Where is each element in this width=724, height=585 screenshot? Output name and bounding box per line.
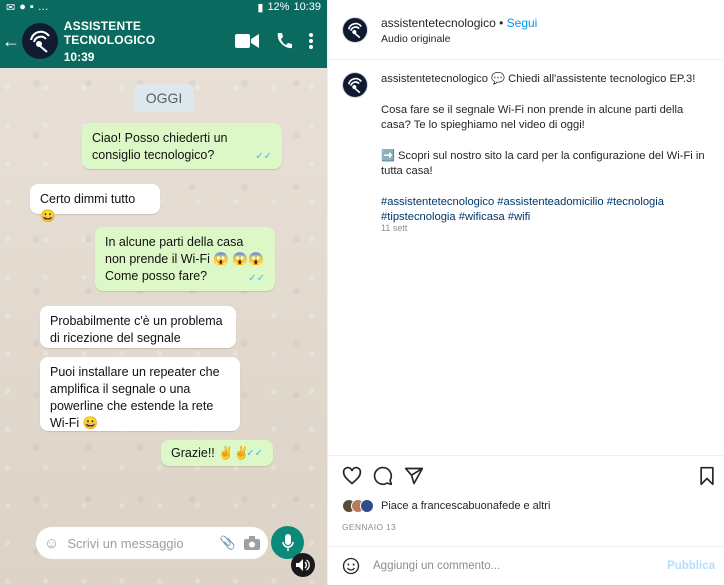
likes-text: Piace a francescabuonafede e altri <box>381 500 551 512</box>
message-text: Grazie!! ✌️✌️ <box>171 446 250 460</box>
chat-header: ← ASSISTENTE TECNOLOGICO 10:39 <box>0 14 327 68</box>
post-actions <box>328 455 724 495</box>
save-bookmark-icon[interactable] <box>697 466 717 486</box>
battery-percent: 12% <box>267 1 290 13</box>
post-side-panel: assistentetecnologico • Segui Audio orig… <box>327 0 724 585</box>
phone-call-icon[interactable] <box>275 32 293 50</box>
notification-icon: ▪ <box>29 1 34 13</box>
liker-avatar <box>360 499 374 513</box>
notification-icon: ● <box>19 1 26 13</box>
caption-avatar[interactable] <box>342 72 368 98</box>
signal-icon: ▮ <box>257 1 264 14</box>
composer-placeholder: Scrivi un messaggio <box>67 535 184 551</box>
more-options-icon[interactable] <box>309 33 313 49</box>
audio-link[interactable]: Audio originale <box>381 33 450 45</box>
day-chip: OGGI <box>134 84 194 112</box>
like-heart-icon[interactable] <box>342 466 362 486</box>
message-text: Ciao! Posso chiederti un consiglio tecno… <box>92 131 228 162</box>
speaker-icon <box>296 559 310 571</box>
profile-avatar[interactable] <box>342 17 368 43</box>
message-bubble: Ciao! Posso chiederti un consiglio tecno… <box>82 123 282 169</box>
share-send-icon[interactable] <box>404 466 424 486</box>
video-call-icon[interactable] <box>235 33 259 49</box>
caption-paragraph: Cosa fare se il segnale Wi-Fi non prende… <box>381 103 684 132</box>
instagram-post-view: ✉ ● ▪ … ▮ 12% 10:39 ← ASSISTENTE TECNOLO… <box>0 0 724 585</box>
chat-subtitle: 10:39 <box>63 49 95 64</box>
phone-status-bar: ✉ ● ▪ … ▮ 12% 10:39 <box>0 0 327 14</box>
message-bubble: Puoi installare un repeater che amplific… <box>40 357 240 431</box>
wifi-logo-icon <box>29 30 50 53</box>
message-bubble: Certo dimmi tutto 😀 <box>30 184 160 223</box>
caption-username[interactable]: assistentetecnologico <box>381 73 488 85</box>
message-bubble: In alcune parti della casa non prende il… <box>95 227 275 291</box>
wifi-logo-icon <box>347 77 362 94</box>
attach-icon[interactable]: 📎 <box>220 535 236 551</box>
read-ticks-icon: ✓✓ <box>248 273 265 284</box>
separator-dot: • <box>499 16 507 30</box>
caption-headline: 💬 Chiedi all'assistente tecnologico EP.3… <box>491 73 696 85</box>
post-date: GENNAIO 13 <box>342 522 397 532</box>
post-video[interactable]: ✉ ● ▪ … ▮ 12% 10:39 ← ASSISTENTE TECNOLO… <box>0 0 327 585</box>
likes-row[interactable]: Piace a francescabuonafede e altri <box>342 499 550 513</box>
back-arrow-icon[interactable]: ← <box>2 31 20 52</box>
audio-toggle-button[interactable] <box>291 553 315 577</box>
follow-button[interactable]: Segui <box>507 16 538 30</box>
chat-title: ASSISTENTE TECNOLOGICO <box>63 18 156 47</box>
comment-input[interactable]: Aggiungi un commento... <box>373 560 500 572</box>
message-text: Puoi installare un repeater che amplific… <box>50 365 220 430</box>
more-notifications-icon: … <box>37 1 49 13</box>
emoji-icon[interactable]: ☺ <box>44 535 59 552</box>
message-composer[interactable]: ☺ Scrivi un messaggio 📎 <box>36 527 268 559</box>
caption-date: 11 sett <box>381 223 408 233</box>
read-ticks-icon: ✓✓ <box>246 448 263 459</box>
publish-button[interactable]: Pubblica <box>667 560 715 572</box>
chat-avatar <box>22 23 58 59</box>
camera-icon[interactable] <box>244 536 260 550</box>
post-header: assistentetecnologico • Segui Audio orig… <box>328 0 724 60</box>
status-clock: 10:39 <box>293 1 321 13</box>
liker-avatars <box>342 499 374 513</box>
emoji-icon[interactable] <box>342 557 360 575</box>
header-username[interactable]: assistentetecnologico <box>381 16 496 30</box>
notification-icon: ✉ <box>6 1 16 14</box>
message-bubble: Grazie!! ✌️✌️ ✓✓ <box>161 440 273 466</box>
caption-hashtags[interactable]: #assistentetecnologico #assistenteadomic… <box>381 195 711 226</box>
message-text: Probabilmente c'è un problema di ricezio… <box>50 314 223 345</box>
wifi-logo-icon <box>347 22 362 39</box>
message-bubble: Probabilmente c'è un problema di ricezio… <box>40 306 236 348</box>
message-text: In alcune parti della casa non prende il… <box>105 235 264 283</box>
microphone-icon <box>281 533 294 551</box>
comment-box: Aggiungi un commento... Pubblica <box>328 546 724 585</box>
caption-paragraph: ➡️ Scopri sul nostro sito la card per la… <box>381 149 705 178</box>
read-ticks-icon: ✓✓ <box>255 151 272 162</box>
post-caption: assistentetecnologico 💬 Chiedi all'assis… <box>381 72 711 241</box>
comment-icon[interactable] <box>373 466 393 486</box>
